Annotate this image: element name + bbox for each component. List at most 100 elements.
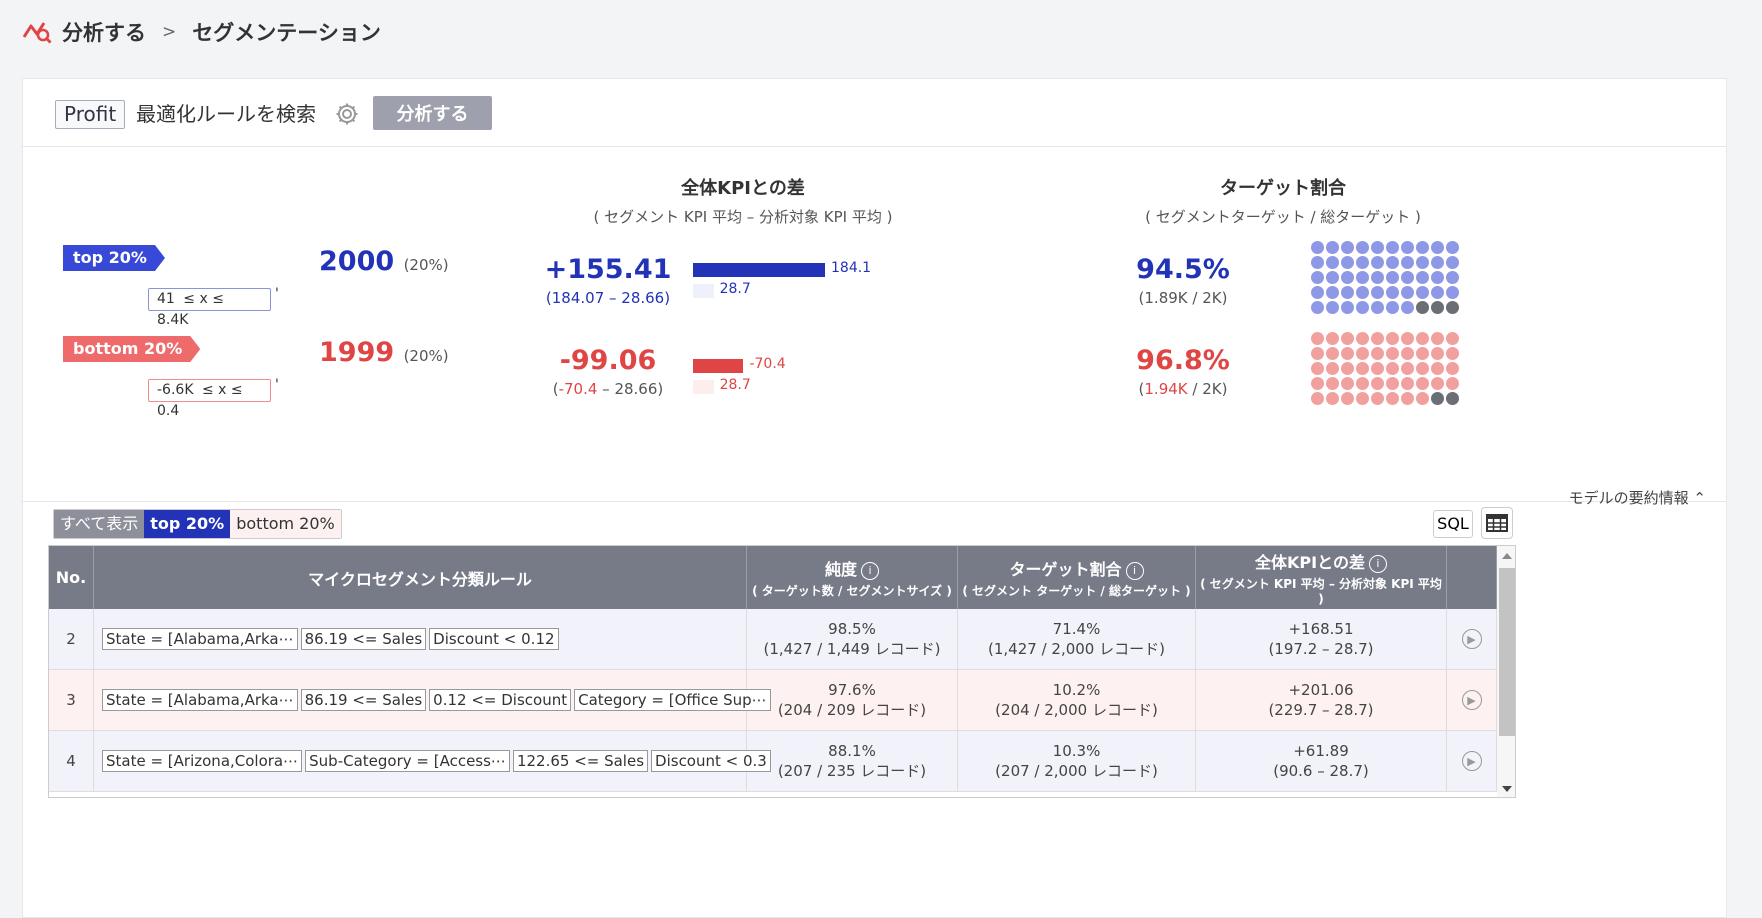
rule-condition-chip[interactable]: State = [Arizona,Colora⋯ — [102, 750, 303, 772]
waffle-dot — [1371, 377, 1384, 390]
breadcrumb-separator: > — [162, 22, 177, 42]
bottom-range-high: 0.4 — [157, 403, 180, 419]
row-purity-value: 97.6% — [828, 681, 876, 699]
rule-condition-chip[interactable]: Category = [Office Sup⋯ — [574, 689, 771, 711]
target-section-title: ターゲット割合 — [1220, 178, 1346, 199]
header-no: No. — [49, 546, 94, 609]
kpi-chip[interactable]: Profit — [55, 100, 126, 129]
info-icon[interactable]: i — [1125, 561, 1144, 580]
waffle-dot — [1326, 286, 1339, 299]
waffle-dot — [1446, 241, 1459, 254]
rule-condition-chip[interactable]: Discount < 0.12 — [429, 628, 559, 650]
top-range-low: 41 — [157, 291, 175, 307]
breadcrumb-root[interactable]: 分析する — [62, 17, 146, 47]
info-icon[interactable]: i — [1368, 554, 1387, 573]
info-icon[interactable]: i — [861, 561, 879, 580]
waffle-dot — [1371, 332, 1384, 345]
rule-condition-chip[interactable]: Sub-Category = [Access⋯ — [305, 750, 510, 772]
waffle-dot — [1371, 286, 1384, 299]
summary-panel: 全体KPIとの差 ( セグメント KPI 平均 – 分析対象 KPI 平均 ) … — [23, 148, 1726, 502]
filter-all-button[interactable]: すべて表示 — [54, 510, 145, 538]
waffle-dot — [1326, 241, 1339, 254]
scroll-up-arrow-icon[interactable] — [1502, 553, 1512, 559]
waffle-dot — [1401, 392, 1414, 405]
header-no-label: No. — [55, 568, 87, 587]
analytics-logo-icon — [22, 22, 52, 44]
waffle-dot — [1311, 271, 1324, 284]
scroll-down-arrow-icon[interactable] — [1502, 786, 1512, 792]
top-range-operator: ≤ x ≤ — [183, 291, 224, 307]
waffle-dot — [1401, 332, 1414, 345]
segmentation-card: Profit 最適化ルールを検索 分析する 全体KPIとの差 ( セグメント K… — [22, 78, 1727, 918]
top-count-pct: (20%) — [403, 256, 449, 274]
waffle-dot — [1311, 332, 1324, 345]
waffle-dot — [1401, 256, 1414, 269]
waffle-dot — [1356, 286, 1369, 299]
table-row[interactable]: 3 State = [Alabama,Arka⋯ 86.19 <= Sales 0.1… — [49, 670, 1515, 731]
waffle-dot — [1341, 286, 1354, 299]
row-kpi: +61.89 (90.6 – 28.7) — [1196, 731, 1447, 791]
waffle-dot — [1311, 347, 1324, 360]
waffle-dot — [1386, 256, 1399, 269]
bottom-target-waffle — [1311, 332, 1459, 405]
rule-condition-chip[interactable]: 0.12 <= Discount — [429, 689, 572, 711]
header-target-label: ターゲット割合 — [1009, 560, 1122, 579]
row-kpi-value: +201.06 — [1288, 681, 1354, 699]
waffle-dot — [1446, 377, 1459, 390]
rule-condition-chip[interactable]: 86.19 <= Sales — [300, 689, 427, 711]
rule-condition-chip[interactable]: 122.65 <= Sales — [512, 750, 649, 772]
row-rule-conditions: State = [Alabama,Arka⋯ 86.19 <= Sales Disc… — [94, 609, 747, 669]
model-summary-toggle[interactable]: モデルの要約情報 ⌃ — [1569, 487, 1706, 508]
bottom-kpi-bar — [693, 359, 744, 373]
row-purity-detail: (204 / 209 レコード) — [777, 701, 927, 719]
table-view-button[interactable] — [1481, 507, 1513, 539]
bottom-kpi-diff: -99.06 — [559, 345, 657, 376]
table-scrollbar[interactable] — [1497, 546, 1515, 797]
top-kpi-diff: +155.41 — [544, 254, 672, 285]
waffle-dot — [1431, 332, 1444, 345]
row-target-value: 71.4% — [1052, 620, 1101, 638]
header-target: ターゲット割合 i ( セグメント ターゲット / 総ターゲット ) — [958, 546, 1196, 609]
table-row[interactable]: 2 State = [Alabama,Arka⋯ 86.19 <= Sales Dis… — [49, 609, 1515, 670]
waffle-dot — [1356, 256, 1369, 269]
chevron-right-circle-icon[interactable]: ▶ — [1461, 751, 1482, 771]
waffle-dot — [1371, 301, 1384, 314]
rule-condition-chip[interactable]: State = [Alabama,Arka⋯ — [102, 689, 298, 711]
waffle-dot — [1371, 347, 1384, 360]
chevron-right-circle-icon[interactable]: ▶ — [1461, 629, 1482, 649]
waffle-dot — [1341, 332, 1354, 345]
waffle-dot — [1371, 271, 1384, 284]
rule-condition-chip[interactable]: 86.19 <= Sales — [300, 628, 427, 650]
bottom-count-value: 1999 — [319, 337, 395, 368]
waffle-dot — [1431, 286, 1444, 299]
waffle-dot — [1446, 347, 1459, 360]
waffle-dot — [1341, 392, 1354, 405]
scroll-thumb[interactable] — [1499, 568, 1515, 736]
rule-condition-chip[interactable]: State = [Alabama,Arka⋯ — [102, 628, 298, 650]
waffle-dot — [1401, 301, 1414, 314]
filter-top-button[interactable]: top 20% — [144, 510, 231, 538]
bottom-target-pct: 96.8% — [1136, 345, 1230, 376]
toolbar: Profit 最適化ルールを検索 分析する — [23, 79, 1726, 147]
waffle-dot — [1446, 301, 1459, 314]
waffle-dot — [1311, 301, 1324, 314]
waffle-dot — [1341, 347, 1354, 360]
gear-icon[interactable] — [334, 101, 360, 127]
row-kpi-value: +168.51 — [1288, 620, 1354, 638]
table-row[interactable]: 4 State = [Arizona,Colora⋯ Sub-Category = … — [49, 731, 1515, 792]
top-kpi-bar-label: 184.1 — [831, 260, 872, 276]
chevron-right-circle-icon[interactable]: ▶ — [1461, 690, 1482, 710]
table-body: 2 State = [Alabama,Arka⋯ 86.19 <= Sales Dis… — [49, 609, 1515, 792]
bottom-target-rest: / 2K) — [1187, 380, 1228, 398]
row-target: 71.4% (1,427 / 2,000 レコード) — [958, 609, 1196, 669]
row-action: ▶ — [1447, 670, 1497, 730]
analyze-button[interactable]: 分析する — [373, 96, 492, 130]
waffle-dot — [1401, 241, 1414, 254]
sql-button[interactable]: SQL — [1433, 510, 1473, 538]
waffle-dot — [1356, 362, 1369, 375]
waffle-dot — [1431, 271, 1444, 284]
bottom-base-bar-label: 28.7 — [719, 377, 751, 393]
row-purity-value: 88.1% — [828, 742, 876, 760]
waffle-dot — [1416, 362, 1429, 375]
filter-bottom-button[interactable]: bottom 20% — [230, 510, 341, 538]
